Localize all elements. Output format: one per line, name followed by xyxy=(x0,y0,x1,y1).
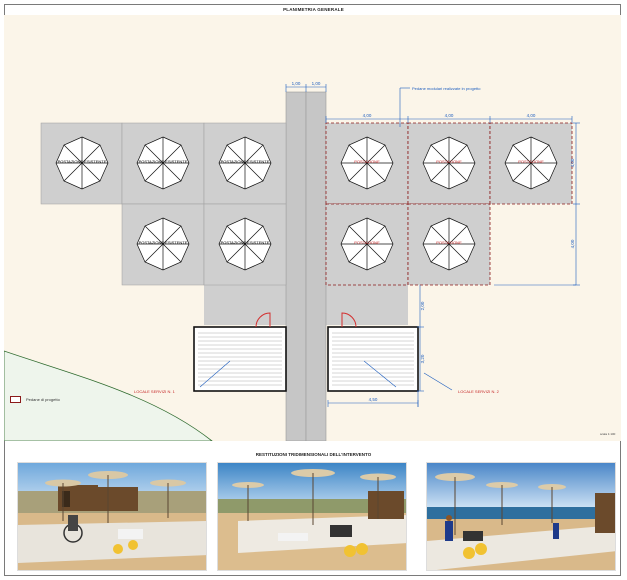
dim-module-3: 4,00 xyxy=(527,113,536,118)
module-label: POSTAZIONE xyxy=(354,159,380,164)
scale-stamp: scala 1:100 xyxy=(600,432,616,436)
dim-walkway-b: 1,00 xyxy=(312,81,321,86)
module-existing-4: POSTAZIONE ESISTENTE xyxy=(121,203,205,286)
project-annotation: Pedane modulari realizzate in progetto xyxy=(412,86,481,91)
module-project-5: POSTAZIONE xyxy=(407,203,491,286)
dim-vertical-2: 3,20 xyxy=(420,354,425,363)
dim-right-2: 4,00 xyxy=(570,239,575,248)
legend-swatch xyxy=(10,396,21,403)
site-plan-drawing: POSTAZIONE ESISTENTE POSTAZIONE ESISTENT… xyxy=(4,81,580,441)
module-label: POSTAZIONE xyxy=(436,159,462,164)
dim-bottom: 4,50 xyxy=(369,397,378,402)
legend-label: Pedane di progetto xyxy=(26,397,60,402)
plan-area: POSTAZIONE ESISTENTE POSTAZIONE ESISTENT… xyxy=(4,15,621,441)
module-label: POSTAZIONE ESISTENTE xyxy=(139,159,188,164)
service-building-2 xyxy=(327,326,419,392)
module-existing-3: POSTAZIONE ESISTENTE xyxy=(203,122,287,205)
module-project-3: POSTAZIONE xyxy=(489,122,573,205)
module-project-2: POSTAZIONE xyxy=(407,122,491,205)
module-label: POSTAZIONE xyxy=(436,240,462,245)
dim-module-1: 4,00 xyxy=(363,113,372,118)
renders-title: RESTITUZIONI TRIDIMENSIONALI DELL'INTERV… xyxy=(255,452,372,457)
module-label: POSTAZIONE ESISTENTE xyxy=(139,240,188,245)
module-project-4: POSTAZIONE xyxy=(325,203,409,286)
connector-left xyxy=(204,285,286,325)
module-existing-5: POSTAZIONE ESISTENTE xyxy=(203,203,287,286)
dim-vertical-1: 2,00 xyxy=(420,301,425,310)
dim-right-1: 4,00 xyxy=(570,158,575,167)
plan-title: PLANIMETRIA GENERALE xyxy=(283,7,344,12)
render-photo-3 xyxy=(426,462,616,571)
service-building-1 xyxy=(193,326,287,392)
module-existing-1: POSTAZIONE ESISTENTE xyxy=(40,122,123,205)
service-label-1: LOCALE SERVIZI N. 1 xyxy=(134,389,176,394)
module-label: POSTAZIONE ESISTENTE xyxy=(221,159,270,164)
module-label: POSTAZIONE xyxy=(354,240,380,245)
render-photo-2 xyxy=(217,462,407,571)
connector-right xyxy=(326,285,408,325)
module-project-1: POSTAZIONE xyxy=(325,122,409,205)
module-label: POSTAZIONE xyxy=(518,159,544,164)
service-label-2: LOCALE SERVIZI N. 2 xyxy=(458,389,500,394)
module-existing-2: POSTAZIONE ESISTENTE xyxy=(121,122,205,205)
module-label: POSTAZIONE ESISTENTE xyxy=(58,159,107,164)
dim-module-2: 4,00 xyxy=(445,113,454,118)
legend: Pedane di progetto xyxy=(10,396,60,403)
walkway-left xyxy=(285,91,307,441)
render-photo-1 xyxy=(17,462,207,571)
dim-walkway-a: 1,00 xyxy=(292,81,301,86)
walkway-right xyxy=(305,91,327,441)
module-label: POSTAZIONE ESISTENTE xyxy=(221,240,270,245)
